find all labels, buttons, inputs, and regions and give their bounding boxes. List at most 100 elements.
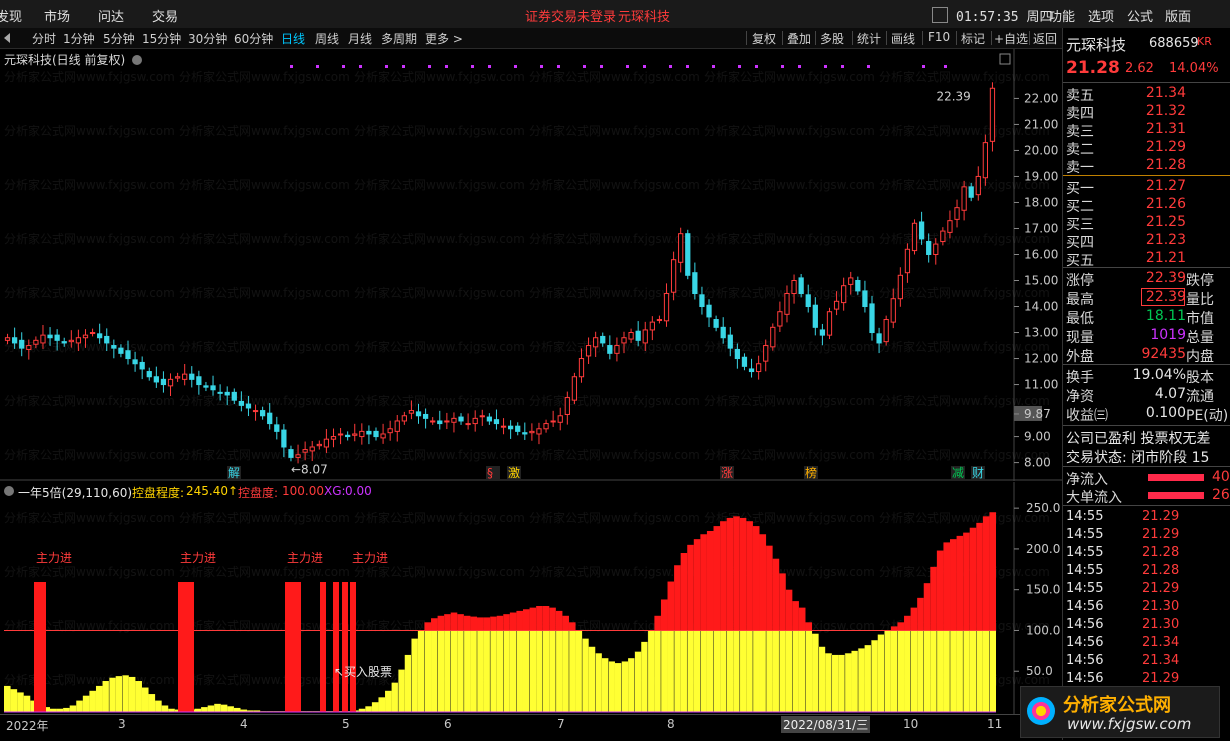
indicator-bar	[365, 706, 372, 712]
collapse-left-icon[interactable]	[4, 33, 10, 43]
candle-body	[61, 341, 67, 344]
candle	[472, 410, 478, 432]
menu-trade[interactable]: 交易	[152, 6, 178, 25]
period-60min[interactable]: 60分钟	[234, 30, 273, 47]
menu-wenda[interactable]: 问达	[98, 6, 124, 25]
tick-time: 14:55	[1066, 545, 1104, 560]
ask-row-value: 21.28	[1145, 157, 1186, 173]
watermark-text: 分析家公式网www.fxjgsw.com	[354, 285, 525, 300]
layout-icon[interactable]	[932, 7, 948, 23]
period-more[interactable]: 更多 >	[425, 30, 463, 47]
indicator-bar	[378, 697, 386, 712]
tick-row: 14:55 21.28	[1066, 545, 1228, 563]
divider	[1063, 425, 1230, 426]
candle	[189, 366, 195, 388]
btn-draw[interactable]: 画线	[891, 30, 915, 47]
watermark-text: 分析家公式网www.fxjgsw.com	[179, 447, 350, 462]
indicator-chart[interactable]: 分析家公式网www.fxjgsw.com 分析家公式网www.fxjgsw.com…	[0, 482, 1062, 714]
period-15min[interactable]: 15分钟	[142, 30, 181, 47]
menu-discover[interactable]: 发现	[0, 6, 22, 25]
indicator-bar	[122, 675, 129, 712]
signal-dot	[402, 65, 405, 68]
candle	[777, 301, 783, 333]
period-multi[interactable]: 多周期	[381, 30, 417, 47]
indicator-bar	[674, 630, 681, 712]
btn-mark[interactable]: 标记	[961, 30, 985, 47]
event-marker: 榜	[805, 465, 817, 480]
ask-row-label: 卖四	[1066, 106, 1094, 122]
btn-multi-stock[interactable]: 多股	[820, 30, 844, 47]
main-force-label: 主力进	[180, 551, 216, 565]
indicator-bar-red	[950, 539, 957, 631]
btn-f10[interactable]: F10	[928, 30, 950, 44]
tick-price: 21.29	[1142, 671, 1180, 686]
candle	[153, 366, 159, 388]
menu-market[interactable]: 市场	[44, 6, 70, 25]
signal-dot	[445, 65, 448, 68]
menu-options[interactable]: 选项	[1088, 6, 1114, 25]
stat2-row-extra: PE(动)	[1186, 408, 1229, 424]
signal-dot	[867, 65, 870, 68]
period-daily[interactable]: 日线	[281, 30, 305, 47]
indicator-bar	[490, 630, 497, 712]
indicator-bar	[805, 630, 813, 712]
candle-body	[883, 319, 889, 343]
menu-function[interactable]: 功能	[1049, 6, 1075, 25]
indicator-bar	[818, 646, 826, 712]
btn-back[interactable]: 返回	[1033, 30, 1057, 47]
menu-layout[interactable]: 版面	[1165, 6, 1191, 25]
trade-login-notice[interactable]: 证券交易未登录	[525, 6, 616, 25]
tick-price: 21.34	[1142, 635, 1180, 650]
candle-body	[904, 248, 911, 274]
candle-body	[670, 259, 677, 293]
watermark-text: 分析家公式网www.fxjgsw.com	[179, 510, 350, 525]
logo-url: www.fxjgsw.com	[1067, 715, 1192, 733]
candle-body	[486, 416, 492, 422]
candle-body	[245, 403, 252, 409]
indicator-bar	[82, 695, 90, 712]
flower-logo-icon	[1027, 697, 1055, 725]
candle-body	[862, 290, 868, 308]
indicator-bar	[746, 630, 753, 712]
indicator-bar-red	[904, 615, 911, 631]
indicator-bar	[385, 690, 392, 712]
candle	[430, 417, 436, 425]
indicator-bar	[371, 702, 379, 712]
indicator-bar-red	[509, 612, 517, 631]
period-5min[interactable]: 5分钟	[103, 30, 135, 47]
candle-body	[415, 411, 422, 417]
price-axis-label: 9.00	[1024, 430, 1051, 444]
indicator-bar	[634, 651, 642, 712]
watermark-text: 分析家公式网www.fxjgsw.com	[179, 564, 350, 579]
candle	[656, 315, 663, 324]
period-weekly[interactable]: 周线	[315, 30, 339, 47]
indicator-bar-red	[536, 606, 543, 631]
period-monthly[interactable]: 月线	[348, 30, 372, 47]
btn-fuquan[interactable]: 复权	[752, 30, 776, 47]
candle-body	[685, 233, 691, 276]
quote-price: 21.28	[1066, 58, 1120, 78]
btn-add-watch[interactable]: +自选	[994, 30, 1028, 47]
tick-time: 14:56	[1066, 671, 1104, 686]
indicator-bar-red	[897, 622, 905, 631]
main-force-bar	[320, 582, 326, 712]
candle-body	[302, 449, 308, 453]
indicator-bar	[483, 630, 491, 712]
candle-body	[848, 277, 854, 285]
bid-row-label: 买一	[1066, 181, 1094, 197]
btn-overlay[interactable]: 叠加	[787, 30, 811, 47]
btn-stats[interactable]: 统计	[857, 30, 881, 47]
menu-formula[interactable]: 公式	[1127, 6, 1153, 25]
period-1min[interactable]: 1分钟	[63, 30, 95, 47]
period-30min[interactable]: 30分钟	[188, 30, 227, 47]
period-fenshi[interactable]: 分时	[32, 30, 56, 47]
candle	[812, 297, 818, 336]
stat-row-extra: 总量	[1186, 330, 1214, 346]
indicator-bar-red	[667, 581, 675, 631]
divider	[1063, 82, 1230, 83]
indicator-bar	[700, 630, 707, 712]
candlestick-chart[interactable]: 分析家公式网www.fxjgsw.com 分析家公式网www.fxjgsw.com…	[0, 49, 1062, 481]
indicator-axis-label: 50.0	[1026, 664, 1053, 678]
indicator-bar	[155, 700, 162, 712]
candle-body	[529, 430, 535, 434]
